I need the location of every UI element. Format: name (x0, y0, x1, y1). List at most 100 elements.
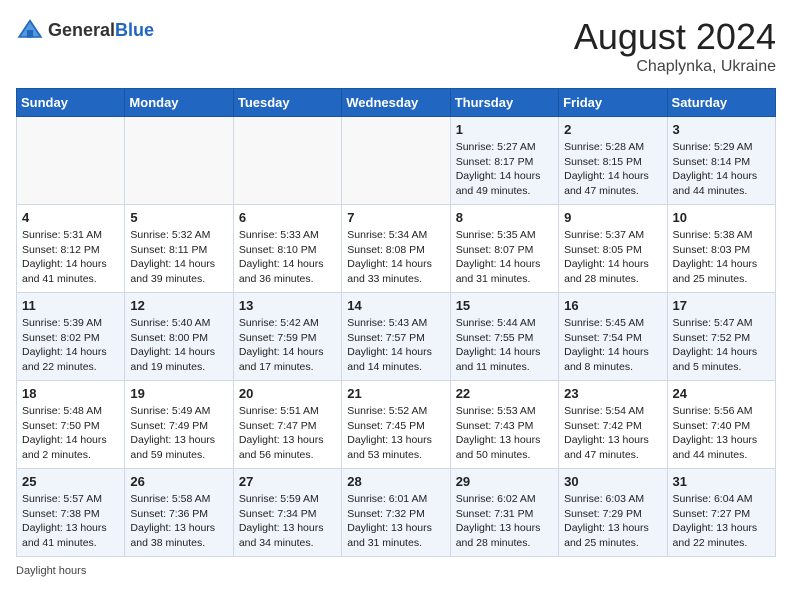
week-row-1: 1Sunrise: 5:27 AMSunset: 8:17 PMDaylight… (17, 117, 776, 205)
day-number: 10 (673, 210, 770, 225)
day-info: Sunrise: 6:02 AMSunset: 7:31 PMDaylight:… (456, 492, 553, 551)
day-info: Sunrise: 6:03 AMSunset: 7:29 PMDaylight:… (564, 492, 661, 551)
day-info: Sunrise: 5:34 AMSunset: 8:08 PMDaylight:… (347, 228, 444, 287)
day-header-wednesday: Wednesday (342, 89, 450, 117)
day-info: Sunrise: 5:27 AMSunset: 8:17 PMDaylight:… (456, 140, 553, 199)
day-cell: 7 Sunrise: 5:34 AMSunset: 8:08 PMDaylight… (342, 205, 450, 293)
day-cell: 24 Sunrise: 5:56 AMSunset: 7:40 PMDayligh… (667, 381, 775, 469)
day-info: Sunrise: 5:40 AMSunset: 8:00 PMDaylight:… (130, 316, 227, 375)
day-header-saturday: Saturday (667, 89, 775, 117)
week-row-2: 4 Sunrise: 5:31 AMSunset: 8:12 PMDaylight… (17, 205, 776, 293)
day-info: Sunrise: 5:28 AMSunset: 8:15 PMDaylight:… (564, 140, 661, 199)
day-info: Sunrise: 5:58 AMSunset: 7:36 PMDaylight:… (130, 492, 227, 551)
day-cell: 25 Sunrise: 5:57 AMSunset: 7:38 PMDayligh… (17, 469, 125, 557)
day-cell: 4 Sunrise: 5:31 AMSunset: 8:12 PMDaylight… (17, 205, 125, 293)
day-cell: 28 Sunrise: 6:01 AMSunset: 7:32 PMDayligh… (342, 469, 450, 557)
day-cell: 5Sunrise: 5:32 AMSunset: 8:11 PMDaylight… (125, 205, 233, 293)
logo-text: GeneralBlue (48, 20, 154, 41)
day-cell: 6Sunrise: 5:33 AMSunset: 8:10 PMDaylight… (233, 205, 341, 293)
day-number: 6 (239, 210, 336, 225)
day-cell: 23 Sunrise: 5:54 AMSunset: 7:42 PMDayligh… (559, 381, 667, 469)
day-number: 22 (456, 386, 553, 401)
day-number: 7 (347, 210, 444, 225)
day-cell: 17 Sunrise: 5:47 AMSunset: 7:52 PMDayligh… (667, 293, 775, 381)
day-header-monday: Monday (125, 89, 233, 117)
day-number: 2 (564, 122, 661, 137)
day-number: 15 (456, 298, 553, 313)
day-number: 29 (456, 474, 553, 489)
day-info: Sunrise: 5:47 AMSunset: 7:52 PMDaylight:… (673, 316, 770, 375)
day-number: 17 (673, 298, 770, 313)
calendar-table: SundayMondayTuesdayWednesdayThursdayFrid… (16, 88, 776, 557)
logo: GeneralBlue (16, 16, 154, 44)
day-number: 23 (564, 386, 661, 401)
day-header-sunday: Sunday (17, 89, 125, 117)
day-cell: 1Sunrise: 5:27 AMSunset: 8:17 PMDaylight… (450, 117, 558, 205)
day-cell (342, 117, 450, 205)
day-number: 9 (564, 210, 661, 225)
day-cell: 18 Sunrise: 5:48 AMSunset: 7:50 PMDayligh… (17, 381, 125, 469)
month-year: August 2024 (574, 16, 776, 58)
day-info: Sunrise: 5:45 AMSunset: 7:54 PMDaylight:… (564, 316, 661, 375)
day-number: 25 (22, 474, 119, 489)
day-info: Sunrise: 5:48 AMSunset: 7:50 PMDaylight:… (22, 404, 119, 463)
day-info: Sunrise: 5:59 AMSunset: 7:34 PMDaylight:… (239, 492, 336, 551)
day-cell: 10 Sunrise: 5:38 AMSunset: 8:03 PMDayligh… (667, 205, 775, 293)
day-number: 18 (22, 386, 119, 401)
day-number: 12 (130, 298, 227, 313)
day-cell: 26 Sunrise: 5:58 AMSunset: 7:36 PMDayligh… (125, 469, 233, 557)
day-number: 5 (130, 210, 227, 225)
footer-note: Daylight hours (16, 565, 776, 577)
day-info: Sunrise: 5:57 AMSunset: 7:38 PMDaylight:… (22, 492, 119, 551)
logo-blue: Blue (115, 20, 154, 40)
day-number: 16 (564, 298, 661, 313)
day-cell: 13Sunrise: 5:42 AMSunset: 7:59 PMDayligh… (233, 293, 341, 381)
day-info: Sunrise: 5:54 AMSunset: 7:42 PMDaylight:… (564, 404, 661, 463)
day-number: 11 (22, 298, 119, 313)
day-info: Sunrise: 5:31 AMSunset: 8:12 PMDaylight:… (22, 228, 119, 287)
day-cell: 9 Sunrise: 5:37 AMSunset: 8:05 PMDaylight… (559, 205, 667, 293)
day-cell: 3Sunrise: 5:29 AMSunset: 8:14 PMDaylight… (667, 117, 775, 205)
day-info: Sunrise: 6:01 AMSunset: 7:32 PMDaylight:… (347, 492, 444, 551)
day-header-tuesday: Tuesday (233, 89, 341, 117)
day-number: 19 (130, 386, 227, 401)
day-number: 13 (239, 298, 336, 313)
day-number: 20 (239, 386, 336, 401)
day-cell: 30 Sunrise: 6:03 AMSunset: 7:29 PMDayligh… (559, 469, 667, 557)
day-info: Sunrise: 5:56 AMSunset: 7:40 PMDaylight:… (673, 404, 770, 463)
day-cell: 20 Sunrise: 5:51 AMSunset: 7:47 PMDayligh… (233, 381, 341, 469)
day-cell: 31Sunrise: 6:04 AMSunset: 7:27 PMDayligh… (667, 469, 775, 557)
day-number: 31 (673, 474, 770, 489)
day-number: 24 (673, 386, 770, 401)
day-number: 26 (130, 474, 227, 489)
day-cell (17, 117, 125, 205)
day-cell: 8 Sunrise: 5:35 AMSunset: 8:07 PMDaylight… (450, 205, 558, 293)
day-info: Sunrise: 5:35 AMSunset: 8:07 PMDaylight:… (456, 228, 553, 287)
day-header-thursday: Thursday (450, 89, 558, 117)
day-cell: 29 Sunrise: 6:02 AMSunset: 7:31 PMDayligh… (450, 469, 558, 557)
page-header: GeneralBlue August 2024 Chaplynka, Ukrai… (16, 16, 776, 76)
day-number: 30 (564, 474, 661, 489)
day-info: Sunrise: 5:52 AMSunset: 7:45 PMDaylight:… (347, 404, 444, 463)
day-cell: 15Sunrise: 5:44 AMSunset: 7:55 PMDayligh… (450, 293, 558, 381)
day-info: Sunrise: 5:39 AMSunset: 8:02 PMDaylight:… (22, 316, 119, 375)
day-info: Sunrise: 5:49 AMSunset: 7:49 PMDaylight:… (130, 404, 227, 463)
day-cell: 11 Sunrise: 5:39 AMSunset: 8:02 PMDayligh… (17, 293, 125, 381)
day-number: 28 (347, 474, 444, 489)
day-cell (233, 117, 341, 205)
day-header-friday: Friday (559, 89, 667, 117)
day-cell: 22Sunrise: 5:53 AMSunset: 7:43 PMDayligh… (450, 381, 558, 469)
day-info: Sunrise: 5:51 AMSunset: 7:47 PMDaylight:… (239, 404, 336, 463)
day-number: 4 (22, 210, 119, 225)
day-info: Sunrise: 5:29 AMSunset: 8:14 PMDaylight:… (673, 140, 770, 199)
day-cell: 12 Sunrise: 5:40 AMSunset: 8:00 PMDayligh… (125, 293, 233, 381)
week-row-5: 25 Sunrise: 5:57 AMSunset: 7:38 PMDayligh… (17, 469, 776, 557)
day-info: Sunrise: 5:43 AMSunset: 7:57 PMDaylight:… (347, 316, 444, 375)
logo-icon (16, 16, 44, 44)
day-info: Sunrise: 5:37 AMSunset: 8:05 PMDaylight:… (564, 228, 661, 287)
day-info: Sunrise: 5:38 AMSunset: 8:03 PMDaylight:… (673, 228, 770, 287)
day-number: 8 (456, 210, 553, 225)
calendar-header-row: SundayMondayTuesdayWednesdayThursdayFrid… (17, 89, 776, 117)
week-row-3: 11 Sunrise: 5:39 AMSunset: 8:02 PMDayligh… (17, 293, 776, 381)
day-cell: 16 Sunrise: 5:45 AMSunset: 7:54 PMDayligh… (559, 293, 667, 381)
